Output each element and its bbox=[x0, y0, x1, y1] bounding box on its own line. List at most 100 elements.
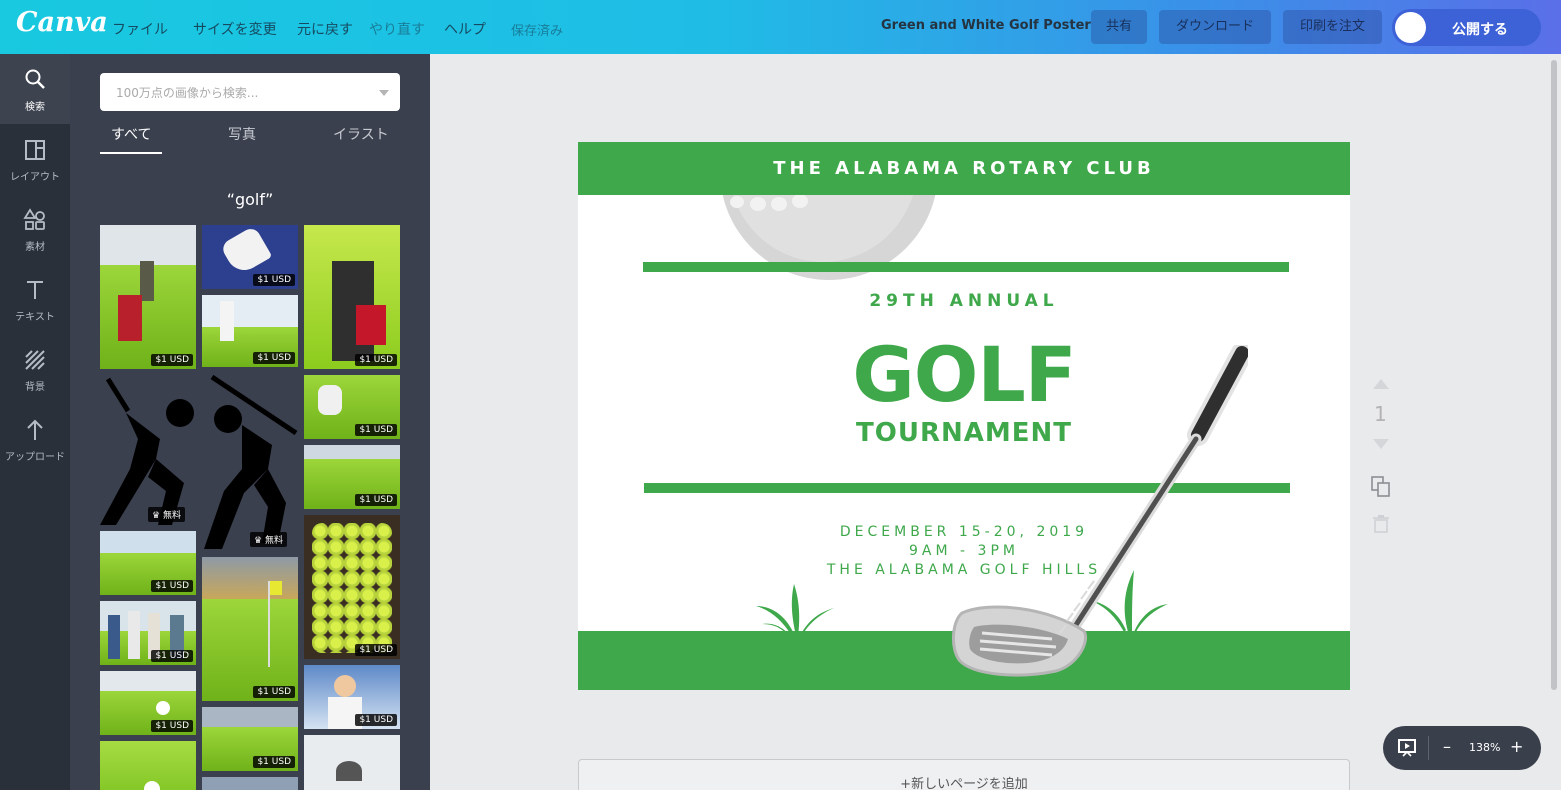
duplicate-page-icon[interactable] bbox=[1371, 476, 1391, 498]
zoom-control: – 138% + bbox=[1383, 726, 1541, 770]
nav-search-label: 検索 bbox=[25, 102, 45, 113]
tab-photos[interactable]: 写真 bbox=[228, 124, 256, 144]
layout-icon bbox=[25, 140, 45, 160]
tab-illustrations[interactable]: イラスト bbox=[333, 124, 389, 144]
free-badge: ♛ 無料 bbox=[250, 532, 287, 547]
search-icon bbox=[25, 69, 45, 89]
image-thumbnail[interactable]: ♛ 無料 bbox=[100, 373, 196, 525]
left-sidebar: 検索 レイアウト 素材 テキスト 背景 アップロード bbox=[0, 54, 70, 790]
elements-icon bbox=[23, 208, 45, 230]
image-thumbnail[interactable]: $1 USD bbox=[202, 295, 298, 367]
chevron-down-icon[interactable] bbox=[379, 90, 389, 96]
scrollbar-thumb[interactable] bbox=[1551, 60, 1557, 690]
golf-ball-dimple bbox=[750, 197, 766, 211]
canvas-scrollbar[interactable] bbox=[1549, 54, 1561, 790]
move-page-down-icon[interactable] bbox=[1372, 438, 1390, 450]
image-thumbnail[interactable] bbox=[202, 777, 298, 790]
nav-elements-label: 素材 bbox=[25, 242, 45, 253]
price-badge: $1 USD bbox=[151, 720, 193, 732]
nav-text[interactable]: テキスト bbox=[0, 264, 70, 334]
price-badge: $1 USD bbox=[151, 354, 193, 366]
search-query-heading: “golf” bbox=[226, 190, 274, 209]
image-thumbnail[interactable]: $1 USD bbox=[304, 665, 400, 729]
active-tab-indicator bbox=[100, 152, 162, 154]
nav-background[interactable]: 背景 bbox=[0, 334, 70, 404]
nav-text-label: テキスト bbox=[15, 312, 55, 323]
search-placeholder: 100万点の画像から検索... bbox=[116, 86, 259, 100]
image-thumbnail[interactable]: $1 USD bbox=[304, 445, 400, 509]
annual-text[interactable]: 29TH ANNUAL bbox=[578, 291, 1350, 311]
background-icon bbox=[25, 350, 45, 370]
publish-toggle-knob bbox=[1395, 12, 1426, 43]
nav-upload-label: アップロード bbox=[5, 452, 65, 463]
price-badge: $1 USD bbox=[253, 756, 295, 768]
image-thumbnail[interactable] bbox=[304, 735, 400, 790]
price-badge: $1 USD bbox=[253, 686, 295, 698]
canva-logo[interactable]: Canva bbox=[16, 7, 108, 38]
search-panel: 100万点の画像から検索... すべて 写真 イラスト “golf” $1 US… bbox=[70, 54, 430, 790]
image-thumbnail[interactable]: $1 USD bbox=[202, 557, 298, 701]
price-badge: $1 USD bbox=[355, 644, 397, 656]
publish-button[interactable]: 公開する bbox=[1392, 9, 1541, 46]
golf-club-icon[interactable] bbox=[948, 345, 1248, 680]
menu-resize[interactable]: サイズを変更 bbox=[193, 19, 277, 39]
image-thumbnail[interactable]: $1 USD bbox=[304, 515, 400, 659]
grass-tuft-left-icon[interactable] bbox=[756, 584, 836, 636]
save-status: 保存済み bbox=[511, 24, 564, 39]
zoom-level[interactable]: 138% bbox=[1469, 741, 1500, 754]
move-page-up-icon[interactable] bbox=[1372, 378, 1390, 390]
golf-ball-dimple bbox=[792, 194, 808, 208]
present-icon[interactable] bbox=[1397, 738, 1417, 758]
club-name[interactable]: THE ALABAMA ROTARY CLUB bbox=[578, 158, 1350, 179]
free-badge: ♛ 無料 bbox=[148, 507, 185, 522]
redo-button[interactable]: やり直す bbox=[369, 19, 425, 39]
menu-file[interactable]: ファイル bbox=[112, 19, 168, 39]
golf-ball-dimple bbox=[771, 197, 787, 211]
design-title[interactable]: Green and White Golf Poster bbox=[881, 18, 1091, 33]
header-band: THE ALABAMA ROTARY CLUB bbox=[578, 142, 1350, 195]
image-thumbnail[interactable]: $1 USD bbox=[100, 601, 196, 665]
delete-page-icon[interactable] bbox=[1373, 515, 1389, 533]
top-divider-line[interactable] bbox=[643, 262, 1289, 272]
image-search-input[interactable]: 100万点の画像から検索... bbox=[100, 73, 400, 111]
image-thumbnail[interactable]: $1 USD bbox=[304, 225, 400, 369]
image-thumbnail[interactable]: $1 USD bbox=[100, 531, 196, 595]
nav-upload[interactable]: アップロード bbox=[0, 404, 70, 474]
nav-elements[interactable]: 素材 bbox=[0, 194, 70, 264]
add-page-button[interactable]: +新しいページを追加 bbox=[578, 759, 1350, 790]
price-badge: $1 USD bbox=[151, 650, 193, 662]
image-thumbnail[interactable]: $1 USD bbox=[100, 225, 196, 369]
price-badge: $1 USD bbox=[355, 424, 397, 436]
golf-ball-dimple bbox=[730, 196, 744, 208]
print-order-button[interactable]: 印刷を注文 bbox=[1283, 10, 1382, 44]
image-thumbnail[interactable]: $1 USD bbox=[100, 671, 196, 735]
image-thumbnail[interactable]: $1 USD bbox=[202, 225, 298, 289]
nav-background-label: 背景 bbox=[25, 382, 45, 393]
golfer-swing-silhouette-icon bbox=[204, 374, 298, 549]
text-icon bbox=[27, 281, 43, 299]
price-badge: $1 USD bbox=[355, 494, 397, 506]
page-number: 1 bbox=[1374, 402, 1387, 426]
share-button[interactable]: 共有 bbox=[1091, 10, 1147, 44]
image-thumbnail[interactable]: $1 USD bbox=[304, 375, 400, 439]
undo-button[interactable]: 元に戻す bbox=[297, 19, 353, 39]
price-badge: $1 USD bbox=[151, 580, 193, 592]
image-thumbnail[interactable]: ♛ 無料 bbox=[202, 373, 298, 551]
price-badge: $1 USD bbox=[355, 714, 397, 726]
zoom-out-button[interactable]: – bbox=[1443, 737, 1451, 756]
menu-help[interactable]: ヘルプ bbox=[444, 19, 486, 39]
nav-search[interactable]: 検索 bbox=[0, 54, 70, 124]
price-badge: $1 USD bbox=[253, 274, 295, 286]
nav-layout-label: レイアウト bbox=[10, 172, 60, 183]
top-toolbar: Canva ファイル サイズを変更 元に戻す やり直す ヘルプ 保存済み Gre… bbox=[0, 0, 1561, 54]
image-thumbnail[interactable] bbox=[100, 741, 196, 790]
tab-all[interactable]: すべて bbox=[111, 124, 151, 144]
golfer-silhouette-icon bbox=[100, 377, 194, 525]
price-badge: $1 USD bbox=[253, 352, 295, 364]
download-button[interactable]: ダウンロード bbox=[1159, 10, 1271, 44]
zoom-in-button[interactable]: + bbox=[1510, 737, 1523, 756]
nav-layout[interactable]: レイアウト bbox=[0, 124, 70, 194]
zoom-separator bbox=[1428, 736, 1429, 760]
image-thumbnail[interactable]: $1 USD bbox=[202, 707, 298, 771]
golf-poster-page[interactable]: THE ALABAMA ROTARY CLUB 29TH ANNUAL GOLF… bbox=[578, 142, 1350, 690]
